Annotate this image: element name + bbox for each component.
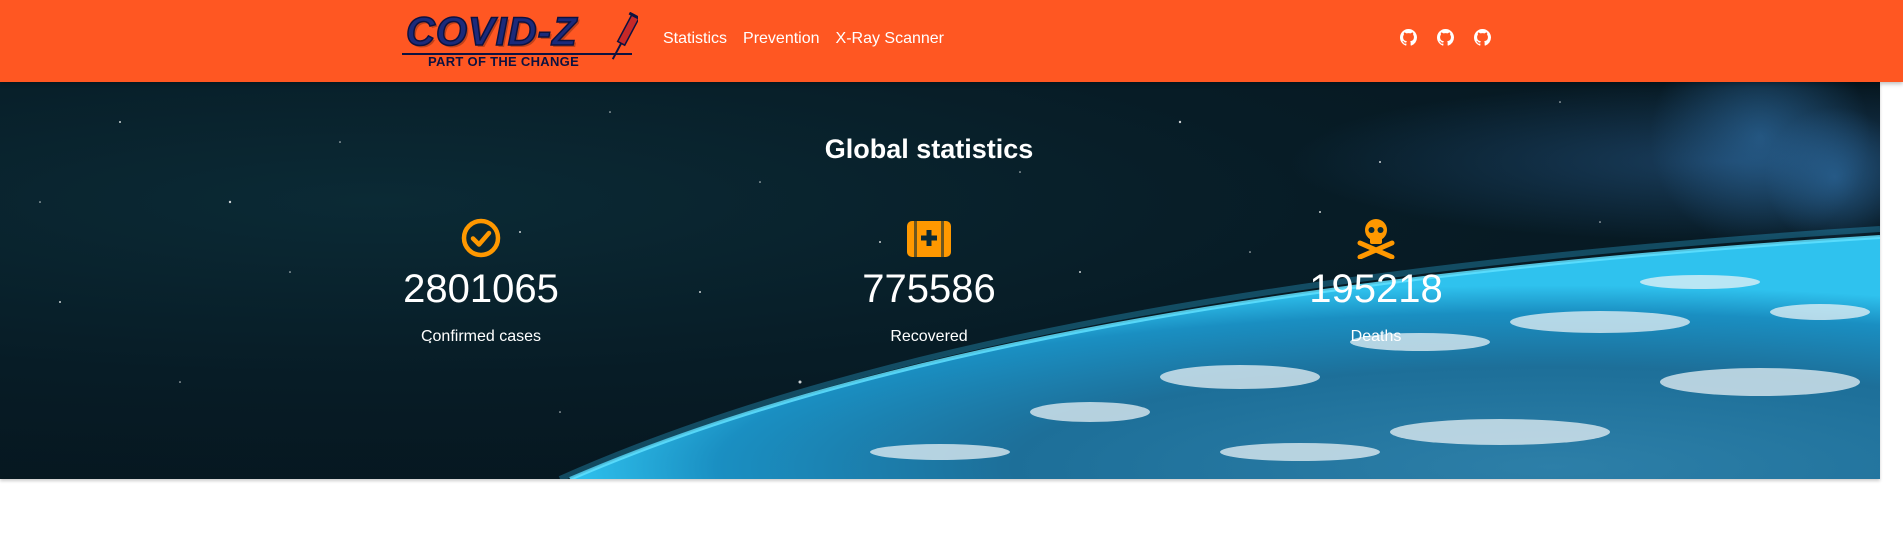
nav-link-xray-scanner[interactable]: X-Ray Scanner: [836, 29, 945, 49]
stat-deaths: 195218 Deaths: [1226, 217, 1526, 347]
skull-crossbones-icon: [1357, 219, 1395, 259]
github-icon[interactable]: [1400, 29, 1417, 46]
stat-value: 775586: [862, 267, 996, 311]
medkit-icon: [907, 221, 951, 257]
brand-tagline: PART OF THE CHANGE: [428, 54, 580, 69]
hero-section: Global statistics 2801065 Confirmed case…: [0, 82, 1880, 479]
page-title: Global statistics: [824, 134, 1034, 165]
brand-name: COVID-Z: [405, 10, 578, 54]
navbar: COVID-Z PART OF THE CHANGE Statistics Pr…: [0, 0, 1903, 82]
stat-value: 195218: [1309, 267, 1443, 311]
brand-logo[interactable]: COVID-Z PART OF THE CHANGE: [402, 10, 638, 70]
syringe-icon: [611, 12, 638, 60]
stat-label: Deaths: [1350, 328, 1402, 345]
nav-links: Statistics Prevention X-Ray Scanner: [663, 29, 944, 49]
github-icon[interactable]: [1437, 29, 1454, 46]
nav-link-statistics[interactable]: Statistics: [663, 29, 727, 49]
stat-value: 2801065: [403, 267, 559, 311]
stat-recovered: 775586 Recovered: [779, 217, 1079, 347]
nav-icons: [1400, 29, 1491, 46]
stat-confirmed: 2801065 Confirmed cases: [331, 217, 631, 347]
github-icon[interactable]: [1474, 29, 1491, 46]
check-circle-icon: [461, 218, 501, 258]
page: COVID-Z PART OF THE CHANGE Statistics Pr…: [0, 0, 1903, 535]
nav-link-prevention[interactable]: Prevention: [743, 29, 820, 49]
stat-label: Recovered: [890, 328, 968, 345]
stat-label: Confirmed cases: [420, 328, 542, 345]
